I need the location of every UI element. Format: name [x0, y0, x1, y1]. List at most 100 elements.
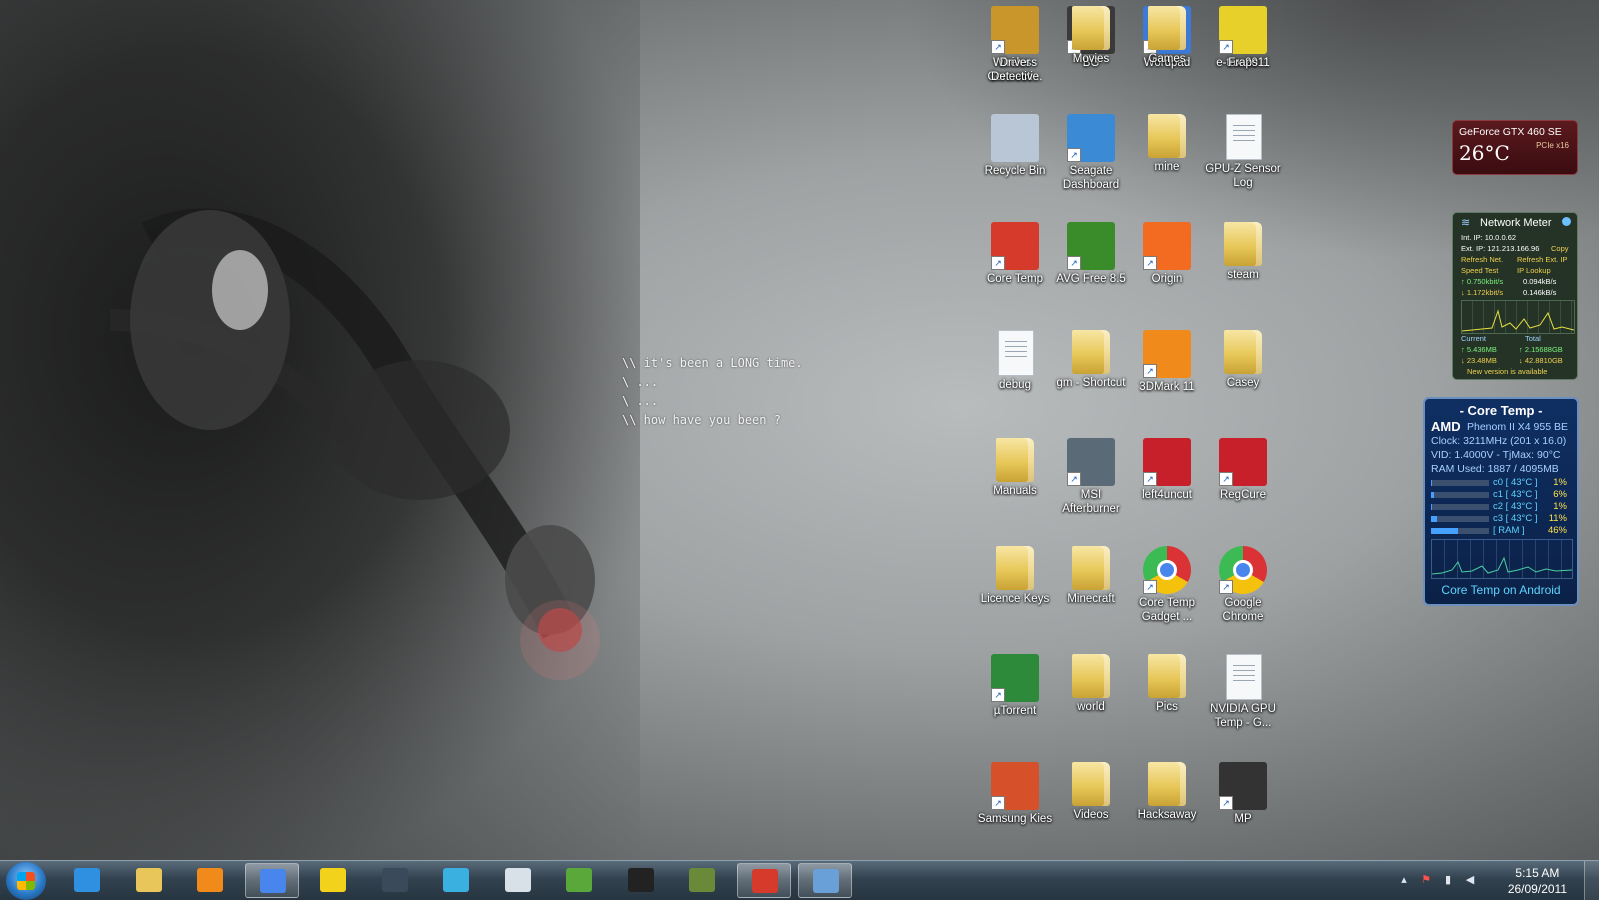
taskbar-steam[interactable] [368, 863, 422, 898]
desktop-icon-gear[interactable]: ↗ MP [1203, 758, 1283, 826]
taskbar-yes-optus[interactable] [306, 863, 360, 898]
taskbar-desktop-window[interactable] [798, 863, 852, 898]
desktop-icon-regcure[interactable]: ↗ RegCure [1203, 434, 1283, 502]
window-app-icon [504, 868, 531, 892]
desktop-icon-label: Google Chrome [1222, 597, 1264, 623]
desktop-icon-recycle-bin[interactable]: Recycle Bin [975, 110, 1055, 178]
network-meter-title: Network Meter [1480, 217, 1552, 229]
desktop-icon-thermometer[interactable]: ↗ Core Temp [975, 218, 1055, 286]
core-load-bar [1431, 528, 1489, 534]
download-rate: ↓ 1.172kbit/s [1461, 288, 1504, 297]
avg-icon: ↗ [1067, 222, 1115, 270]
minecraft-grass-icon [566, 868, 592, 892]
folder-icon [1224, 222, 1262, 266]
taskbar-window-app[interactable] [491, 863, 545, 898]
ram-used: RAM Used: 1887 / 4095MB [1431, 463, 1559, 475]
core-load-fill [1431, 492, 1435, 498]
desktop-icon-chrome[interactable]: ↗ Core Temp Gadget ... [1127, 542, 1207, 624]
regcure-icon: ↗ [1219, 438, 1267, 486]
core-temp-title: - Core Temp - [1459, 403, 1543, 418]
globe-icon [1562, 217, 1571, 226]
desktop-icon-avg[interactable]: ↗ AVG Free 8.5 [1051, 218, 1131, 286]
desktop-icon-folder[interactable]: Hacksaway [1127, 758, 1207, 822]
core-temp-android-link[interactable]: Core Temp on Android [1425, 583, 1577, 597]
core-load-row: [ RAM ] 46% [1431, 525, 1571, 537]
desktop-icon-folder[interactable]: world [1051, 650, 1131, 714]
taskbar-core-temp[interactable] [736, 863, 791, 898]
show-desktop-button[interactable] [1584, 861, 1599, 900]
taskbar-messenger[interactable] [429, 863, 483, 898]
new-version-link[interactable]: New version is available [1467, 367, 1547, 378]
folder-icon [1148, 6, 1186, 50]
network-signal-icon[interactable]: ▮ [1441, 873, 1455, 887]
desktop-icon-folder[interactable]: Videos [1051, 758, 1131, 822]
desktop-icon-3dmark[interactable]: ↗ 3DMark 11 [1127, 326, 1207, 394]
desktop-icon-folder[interactable]: Pics [1127, 650, 1207, 714]
clock[interactable]: 5:15 AM 26/09/2011 [1508, 865, 1567, 897]
desktop-icon-label: Casey [1226, 377, 1260, 389]
refresh-net-link[interactable]: Refresh Net. [1461, 255, 1503, 266]
gpu-temp-gadget[interactable]: GeForce GTX 460 SE 26°C PCIe x16 [1452, 120, 1578, 175]
wallpaper-line: \ ... [622, 375, 659, 389]
desktop-icon-utorrent[interactable]: ↗ µTorrent [975, 650, 1055, 718]
steam-icon [381, 868, 408, 892]
thermometer-icon: ↗ [991, 222, 1039, 270]
desktop-icon-label: Seagate Dashboard [1062, 165, 1120, 191]
speed-test-link[interactable]: Speed Test [1461, 266, 1498, 277]
folder-icon [1148, 762, 1186, 806]
current-download: ↓ 23.48MB [1461, 356, 1497, 365]
copy-ip-link[interactable]: Copy [1551, 244, 1569, 255]
media-player-icon [197, 868, 223, 892]
desktop-icon-label: MSI Afterburner [1062, 489, 1120, 515]
action-center-flag-icon[interactable]: ⚑ [1419, 873, 1433, 887]
desktop-icon-left4dead[interactable]: ↗ left4uncut [1127, 434, 1207, 502]
network-meter-gadget[interactable]: ≋ Network Meter Int. IP: 10.0.0.62 Ext. … [1452, 212, 1578, 380]
desktop-icon-folder[interactable]: Games [1127, 2, 1207, 66]
desktop-icon-driver-detective[interactable]: ↗ Driver Detective [975, 2, 1055, 84]
desktop-icon-chrome[interactable]: ↗ Google Chrome [1203, 542, 1283, 624]
taskbar-google-chrome[interactable] [244, 863, 299, 898]
desktop-icon-afterburner[interactable]: ↗ MSI Afterburner [1051, 434, 1131, 516]
desktop-icon-fraps[interactable]: ↗ Fraps [1203, 2, 1283, 70]
desktop-icon-label: Core Temp Gadget ... [1138, 597, 1196, 623]
desktop-icon-folder[interactable]: gm - Shortcut [1051, 326, 1131, 390]
taskbar-minecraft-grass[interactable] [552, 863, 606, 898]
taskbar-minecraft-block[interactable] [675, 863, 729, 898]
start-button[interactable] [6, 862, 46, 900]
desktop-icon-label: RegCure [1219, 489, 1267, 501]
desktop-icon-label: gm - Shortcut [1056, 377, 1126, 389]
taskbar-internet-explorer[interactable] [60, 863, 114, 898]
document-icon [1226, 114, 1262, 160]
desktop-icon-origin[interactable]: ↗ Origin [1127, 218, 1207, 286]
desktop-icon-folder[interactable]: Movies [1051, 2, 1131, 66]
ip-lookup-link[interactable]: IP Lookup [1517, 266, 1551, 277]
desktop-icon-folder[interactable]: steam [1203, 218, 1283, 282]
desktop-icon-document[interactable]: debug [975, 326, 1055, 392]
volume-icon[interactable]: ◀ [1463, 873, 1477, 887]
desktop-icon-kies[interactable]: ↗ Samsung Kies [975, 758, 1055, 826]
core-load-fill [1431, 516, 1438, 522]
taskbar-gear-app[interactable] [614, 863, 668, 898]
desktop-icon-label: Driver Detective [991, 57, 1039, 83]
afterburner-icon: ↗ [1067, 438, 1115, 486]
cpu-clock: Clock: 3211MHz (201 x 16.0) [1431, 435, 1567, 447]
desktop-icon-document[interactable]: GPU-Z Sensor Log [1203, 110, 1283, 190]
core-load-percent: 1% [1553, 501, 1567, 512]
refresh-ext-ip-link[interactable]: Refresh Ext. IP [1517, 255, 1567, 266]
desktop-icon-folder[interactable]: Casey [1203, 326, 1283, 390]
desktop-icon-label: Recycle Bin [984, 165, 1046, 177]
taskbar-windows-explorer[interactable] [122, 863, 176, 898]
windows-logo-icon [17, 872, 35, 890]
desktop-icon-folder[interactable]: Licence Keys [975, 542, 1055, 606]
desktop-icon-seagate[interactable]: ↗ Seagate Dashboard [1051, 110, 1131, 192]
desktop-icon-document[interactable]: NVIDIA GPU Temp - G... [1203, 650, 1283, 730]
desktop-icon-folder[interactable]: Minecraft [1051, 542, 1131, 606]
core-temp-gadget[interactable]: - Core Temp - AMD Phenom II X4 955 BE Cl… [1423, 397, 1579, 606]
show-hidden-icons-icon[interactable]: ▴ [1397, 873, 1411, 887]
desktop-icon-folder[interactable]: Manuals [975, 434, 1055, 498]
utorrent-icon: ↗ [991, 654, 1039, 702]
desktop-icon-folder[interactable]: mine [1127, 110, 1207, 174]
desktop-icon-label: AVG Free 8.5 [1056, 273, 1126, 285]
taskbar-media-player[interactable] [183, 863, 237, 898]
core-load-percent: 6% [1553, 489, 1567, 500]
